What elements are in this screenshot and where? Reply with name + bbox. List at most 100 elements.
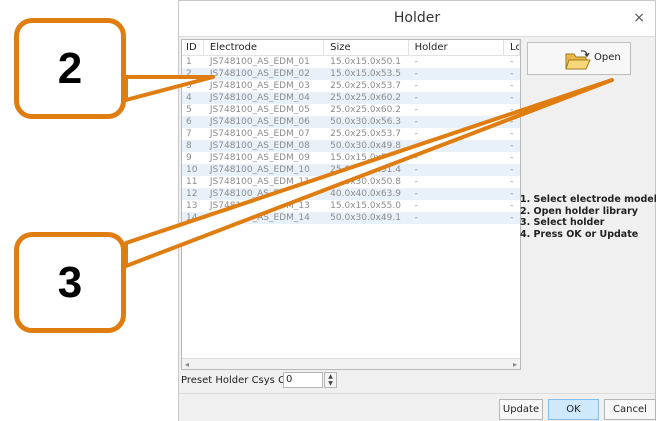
column-header-electrode[interactable]: Electrode [204, 40, 325, 55]
table-row[interactable]: 5 JS748100_AS_EDM_05 25.0x25.0x60.2 - - [182, 104, 520, 116]
screenshot-stage: Holder × ID Electrode Size Holder Lo 1 JS… [0, 0, 656, 421]
cell-size: 15.0x15.0x53.1 [330, 153, 401, 163]
cell-electrode: JS748100_AS_EDM_01 [209, 57, 310, 67]
cell-electrode: JS748100_AS_EDM_04 [209, 93, 310, 103]
cell-size: 15.0x15.0x53.5 [330, 69, 401, 79]
cell-id: 8 [186, 141, 192, 151]
dialog-footer: Update OK Cancel [179, 393, 656, 421]
holder-dialog: Holder × ID Electrode Size Holder Lo 1 JS… [178, 0, 656, 421]
electrode-table: ID Electrode Size Holder Lo 1 JS748100_AS… [181, 39, 521, 370]
close-icon[interactable]: × [633, 10, 645, 26]
folder-open-icon [565, 50, 591, 70]
table-row[interactable]: 13 JS748100_AS_EDM_13 15.0x15.0x55.0 - - [182, 200, 520, 212]
column-header-id[interactable]: ID [182, 40, 204, 55]
cell-electrode: JS748100_AS_EDM_12 [209, 189, 310, 199]
preset-spinner[interactable]: ▲ ▼ [324, 372, 337, 388]
column-header-lo[interactable]: Lo [504, 40, 520, 55]
table-row[interactable]: 12 JS748100_AS_EDM_12 40.0x40.0x63.9 - - [182, 188, 520, 200]
cell-holder: - [414, 141, 418, 151]
cell-size: 25.0x25.0x53.7 [330, 81, 401, 91]
table-row[interactable]: 1 JS748100_AS_EDM_01 15.0x15.0x50.1 - - [182, 56, 520, 68]
cancel-button[interactable]: Cancel [604, 399, 656, 420]
instruction-step-3: 3. Select holder [520, 217, 605, 228]
cell-lo: - [510, 165, 514, 175]
table-row[interactable]: 10 JS748100_AS_EDM_10 25.0x25.0x51.4 - - [182, 164, 520, 176]
cell-size: 25.0x25.0x60.2 [330, 105, 401, 115]
dialog-titlebar: Holder × [179, 1, 655, 37]
cell-lo: - [510, 81, 514, 91]
cell-size: 40.0x40.0x63.9 [330, 189, 401, 199]
table-row[interactable]: 2 JS748100_AS_EDM_02 15.0x15.0x53.5 - - [182, 68, 520, 80]
spinner-down-icon[interactable]: ▼ [325, 380, 336, 387]
cell-holder: - [414, 153, 418, 163]
cell-size: 50.0x30.0x56.3 [330, 117, 401, 127]
column-header-size[interactable]: Size [324, 40, 409, 55]
instruction-step-2: 2. Open holder library [520, 205, 638, 217]
cell-lo: - [510, 153, 514, 163]
preset-holder-input[interactable]: 0 [283, 372, 323, 388]
column-header-holder[interactable]: Holder [409, 40, 505, 55]
cell-lo: - [510, 177, 514, 187]
cell-electrode: JS748100_AS_EDM_08 [209, 141, 310, 151]
table-row[interactable]: 8 JS748100_AS_EDM_08 50.0x30.0x49.8 - - [182, 140, 520, 152]
cell-id: 7 [186, 129, 192, 139]
table-row[interactable]: 9 JS748100_AS_EDM_09 15.0x15.0x53.1 - - [182, 152, 520, 164]
scroll-right-icon[interactable]: ▸ [513, 359, 517, 369]
table-row[interactable]: 14 JS748100_AS_EDM_14 50.0x30.0x49.1 - - [182, 212, 520, 224]
ok-button[interactable]: OK [548, 399, 599, 420]
cell-lo: - [510, 57, 514, 67]
preset-holder-label: Preset Holder Csys C [181, 375, 286, 386]
cell-size: 15.0x15.0x55.0 [330, 201, 401, 211]
cell-lo: - [510, 105, 514, 115]
table-row[interactable]: 11 JS748100_AS_EDM_11 40.0x30.0x50.8 - - [182, 176, 520, 188]
cell-id: 4 [186, 93, 192, 103]
instructions-list: 1. Select electrode models 2. Open holde… [520, 194, 656, 240]
cell-electrode: JS748100_AS_EDM_03 [209, 81, 310, 91]
table-row[interactable]: 4 JS748100_AS_EDM_04 25.0x25.0x60.2 - - [182, 92, 520, 104]
cell-holder: - [414, 201, 418, 211]
cell-holder: - [414, 57, 418, 67]
cell-lo: - [510, 93, 514, 103]
cell-electrode: JS748100_AS_EDM_05 [209, 105, 310, 115]
cell-size: 25.0x25.0x53.7 [330, 129, 401, 139]
cell-electrode: JS748100_AS_EDM_14 [209, 213, 310, 223]
cell-holder: - [414, 81, 418, 91]
cell-electrode: JS748100_AS_EDM_09 [209, 153, 310, 163]
cell-holder: - [414, 69, 418, 79]
open-button[interactable]: Open [527, 42, 631, 75]
cell-id: 13 [186, 201, 198, 211]
cell-electrode: JS748100_AS_EDM_02 [209, 69, 310, 79]
cell-id: 11 [186, 177, 198, 187]
cell-lo: - [510, 129, 514, 139]
table-row[interactable]: 3 JS748100_AS_EDM_03 25.0x25.0x53.7 - - [182, 80, 520, 92]
instruction-step-1: 1. Select electrode models [520, 194, 656, 205]
spinner-up-icon[interactable]: ▲ [325, 373, 336, 380]
cell-electrode: JS748100_AS_EDM_07 [209, 129, 310, 139]
cell-size: 40.0x30.0x50.8 [330, 177, 401, 187]
cell-electrode: JS748100_AS_EDM_10 [209, 165, 310, 175]
update-button[interactable]: Update [499, 399, 543, 420]
cell-id: 12 [186, 189, 198, 199]
callout-step-2: 2 [14, 18, 126, 119]
cell-lo: - [510, 189, 514, 199]
table-row[interactable]: 6 JS748100_AS_EDM_06 50.0x30.0x56.3 - - [182, 116, 520, 128]
cell-size: 25.0x25.0x60.2 [330, 93, 401, 103]
cell-electrode: JS748100_AS_EDM_11 [209, 177, 310, 187]
table-row[interactable]: 7 JS748100_AS_EDM_07 25.0x25.0x53.7 - - [182, 128, 520, 140]
cell-holder: - [414, 117, 418, 127]
horizontal-scrollbar[interactable]: ◂ ▸ [182, 358, 520, 369]
cell-size: 50.0x30.0x49.1 [330, 213, 401, 223]
callout-step-3: 3 [14, 232, 126, 333]
cell-size: 15.0x15.0x50.1 [330, 57, 401, 67]
cell-size: 25.0x25.0x51.4 [330, 165, 401, 175]
cell-lo: - [510, 213, 514, 223]
cell-lo: - [510, 117, 514, 127]
cell-lo: - [510, 201, 514, 211]
cell-holder: - [414, 189, 418, 199]
scroll-left-icon[interactable]: ◂ [185, 359, 189, 369]
cell-lo: - [510, 69, 514, 79]
table-body: 1 JS748100_AS_EDM_01 15.0x15.0x50.1 - - 2 JS74… [182, 56, 520, 224]
cell-holder: - [414, 165, 418, 175]
cell-holder: - [414, 213, 418, 223]
cell-holder: - [414, 93, 418, 103]
